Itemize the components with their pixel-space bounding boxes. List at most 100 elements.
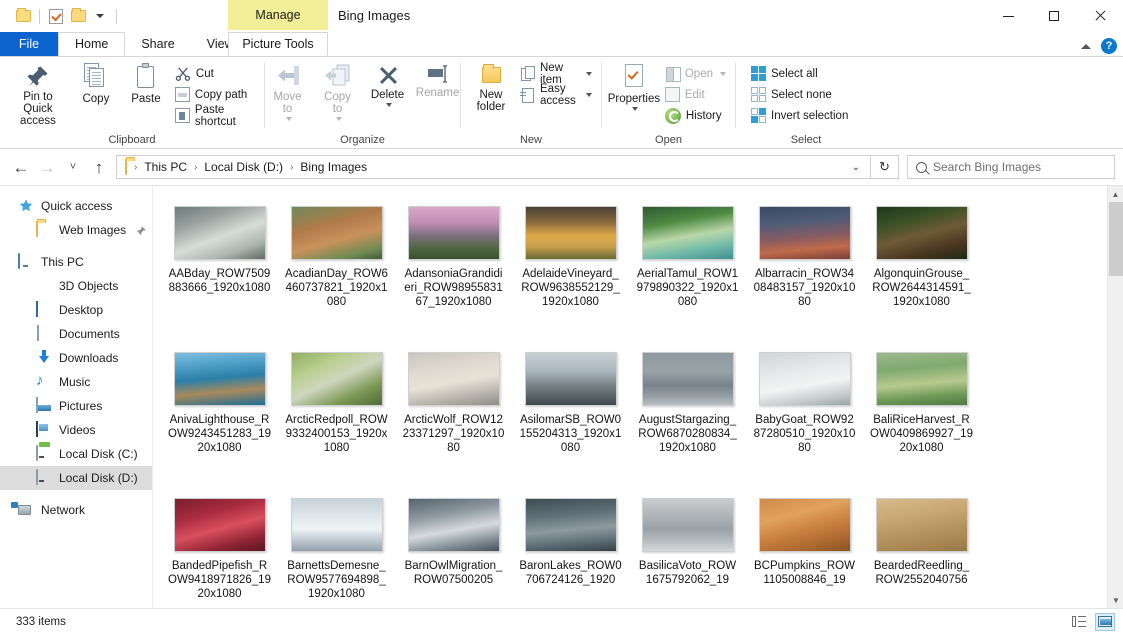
select-all-button[interactable]: Select all [748, 64, 851, 83]
file-item[interactable]: AnivaLighthouse_ROW9243451283_1920x1080 [161, 344, 278, 490]
pin-to-quick-access-button[interactable]: Pin to Quick access [6, 61, 70, 129]
tab-picture-tools[interactable]: Picture Tools [228, 32, 328, 56]
file-item[interactable]: AlgonquinGrouse_ROW2644314591_1920x1080 [863, 198, 980, 344]
qat-new-folder-icon[interactable] [67, 4, 89, 28]
sidebar-item-network[interactable]: Network [0, 498, 152, 522]
qat-folder-icon[interactable] [12, 4, 34, 28]
file-thumbnail-wrap [640, 490, 736, 552]
sidebar-item-local-disk-c[interactable]: Local Disk (C:) [0, 442, 152, 466]
breadcrumb-item-bing-images[interactable]: Bing Images [296, 156, 371, 178]
file-item[interactable]: AugustStargazing_ROW6870280834_1920x1080 [629, 344, 746, 490]
sidebar-item-desktop[interactable]: Desktop [0, 298, 152, 322]
rename-button[interactable]: Rename [414, 61, 462, 101]
file-item[interactable]: AdansoniaGrandidieri_ROW9895583167_1920x… [395, 198, 512, 344]
up-icon: ↑ [94, 157, 104, 177]
maximize-button[interactable] [1031, 0, 1077, 32]
file-item[interactable]: Albarracin_ROW3408483157_1920x1080 [746, 198, 863, 344]
file-thumbnail [290, 206, 383, 260]
forward-button[interactable]: → [34, 154, 60, 180]
thumbnail-view-button[interactable] [1095, 612, 1115, 631]
file-item[interactable]: ArcticWolf_ROW1223371297_1920x1080 [395, 344, 512, 490]
move-to-button[interactable]: Move to [264, 61, 312, 123]
search-input[interactable]: Search Bing Images [907, 155, 1115, 179]
vertical-scrollbar[interactable]: ▲ ▼ [1107, 186, 1123, 608]
file-item[interactable]: BarnOwlMigration_ROW07500205 [395, 490, 512, 608]
delete-button[interactable]: Delete [364, 61, 412, 109]
file-item[interactable]: BasilicaVoto_ROW1675792062_19 [629, 490, 746, 608]
tab-file[interactable]: File [0, 32, 58, 56]
sidebar-item-this-pc[interactable]: This PC [0, 250, 152, 274]
properties-button[interactable]: Properties [608, 61, 660, 113]
help-icon[interactable]: ? [1101, 38, 1117, 54]
refresh-button[interactable]: ↻ [871, 155, 899, 179]
chevron-down-icon[interactable]: ⌄ [846, 156, 866, 178]
history-button[interactable]: History [662, 106, 729, 125]
sidebar-item-pictures[interactable]: Pictures [0, 394, 152, 418]
sidebar-item-downloads[interactable]: Downloads [0, 346, 152, 370]
qat-customize-dropdown-icon[interactable] [89, 4, 111, 28]
copy-button[interactable]: Copy [72, 61, 120, 107]
edit-button[interactable]: Edit [662, 85, 729, 104]
new-item-button[interactable]: New item [517, 62, 595, 86]
breadcrumb[interactable]: › This PC › Local Disk (D:) › Bing Image… [116, 155, 871, 179]
new-folder-button[interactable]: New folder [467, 61, 515, 115]
easy-access-button[interactable]: Easy access [517, 83, 595, 107]
up-button[interactable]: ↑ [86, 154, 112, 180]
sidebar-label-pictures: Pictures [59, 399, 103, 413]
file-item[interactable]: BarnettsDemesne_ROW9577694898_1920x1080 [278, 490, 395, 608]
scroll-down-arrow-icon[interactable]: ▼ [1108, 592, 1123, 608]
copy-to-caret-icon [335, 117, 342, 121]
scroll-up-arrow-icon[interactable]: ▲ [1108, 186, 1123, 202]
sidebar-item-videos[interactable]: Videos [0, 418, 152, 442]
select-none-button[interactable]: Select none [748, 85, 851, 104]
file-item[interactable]: BaronLakes_ROW0706724126_1920 [512, 490, 629, 608]
file-item[interactable]: ArcticRedpoll_ROW9332400153_1920x1080 [278, 344, 395, 490]
file-list-view[interactable]: AABday_ROW7509883666_1920x1080 AcadianDay… [152, 186, 1123, 608]
cut-button[interactable]: Cut [172, 64, 258, 83]
file-item[interactable]: BaliRiceHarvest_ROW0409869927_1920x1080 [863, 344, 980, 490]
file-item[interactable]: AerialTamul_ROW1979890322_1920x1080 [629, 198, 746, 344]
paste-shortcut-button[interactable]: Paste shortcut [172, 104, 258, 128]
scrollbar-thumb[interactable] [1109, 202, 1123, 276]
file-thumbnail-wrap [172, 198, 268, 260]
copy-path-button[interactable]: Copy path [172, 85, 258, 104]
recent-locations-button[interactable]: ˅ [60, 154, 86, 180]
new-folder-icon [478, 63, 504, 87]
paste-button[interactable]: Paste [122, 61, 170, 107]
edit-icon [664, 87, 680, 102]
sidebar-item-3d-objects[interactable]: 3D Objects [0, 274, 152, 298]
file-item[interactable]: BeardedReedling_ROW2552040756 [863, 490, 980, 608]
contextual-tab-manage[interactable]: Manage [228, 0, 328, 30]
tab-share[interactable]: Share [125, 32, 190, 56]
file-item[interactable]: AsilomarSB_ROW0155204313_1920x1080 [512, 344, 629, 490]
sidebar-item-local-disk-d[interactable]: Local Disk (D:) [0, 466, 152, 490]
ribbon-group-clipboard: Pin to Quick access Copy Paste Cut Copy … [0, 57, 264, 150]
delete-caret-icon [385, 103, 392, 107]
back-button[interactable]: ← [8, 154, 34, 180]
collapse-ribbon-icon[interactable] [1081, 43, 1091, 49]
address-bar: ← → ˅ ↑ › This PC › Local Disk (D:) › Bi… [0, 149, 1123, 185]
minimize-button[interactable] [985, 0, 1031, 32]
invert-selection-button[interactable]: Invert selection [748, 106, 851, 125]
file-item[interactable]: AABday_ROW7509883666_1920x1080 [161, 198, 278, 344]
folder-icon [36, 221, 52, 238]
file-item[interactable]: BandedPipefish_ROW9418971826_1920x1080 [161, 490, 278, 608]
details-view-button[interactable] [1069, 613, 1089, 631]
sidebar-item-documents[interactable]: Documents [0, 322, 152, 346]
sidebar-item-web-images[interactable]: Web Images [0, 218, 152, 242]
file-item[interactable]: BCPumpkins_ROW1105008846_19 [746, 490, 863, 608]
close-button[interactable] [1077, 0, 1123, 32]
breadcrumb-item-local-disk-d[interactable]: Local Disk (D:) [200, 156, 287, 178]
qat-separator [39, 8, 40, 24]
open-button[interactable]: Open [662, 64, 729, 83]
sidebar-gap-2 [0, 490, 152, 498]
qat-properties-icon[interactable] [45, 4, 67, 28]
sidebar-item-music[interactable]: ♪ Music [0, 370, 152, 394]
copy-to-button[interactable]: Copy to [314, 61, 362, 123]
file-item[interactable]: AdelaideVineyard_ROW9638552129_1920x1080 [512, 198, 629, 344]
file-item[interactable]: AcadianDay_ROW6460737821_1920x1080 [278, 198, 395, 344]
sidebar-item-quick-access[interactable]: Quick access [0, 194, 152, 218]
breadcrumb-item-this-pc[interactable]: This PC [140, 156, 191, 178]
file-item[interactable]: BabyGoat_ROW9287280510_1920x1080 [746, 344, 863, 490]
tab-home[interactable]: Home [58, 32, 126, 56]
